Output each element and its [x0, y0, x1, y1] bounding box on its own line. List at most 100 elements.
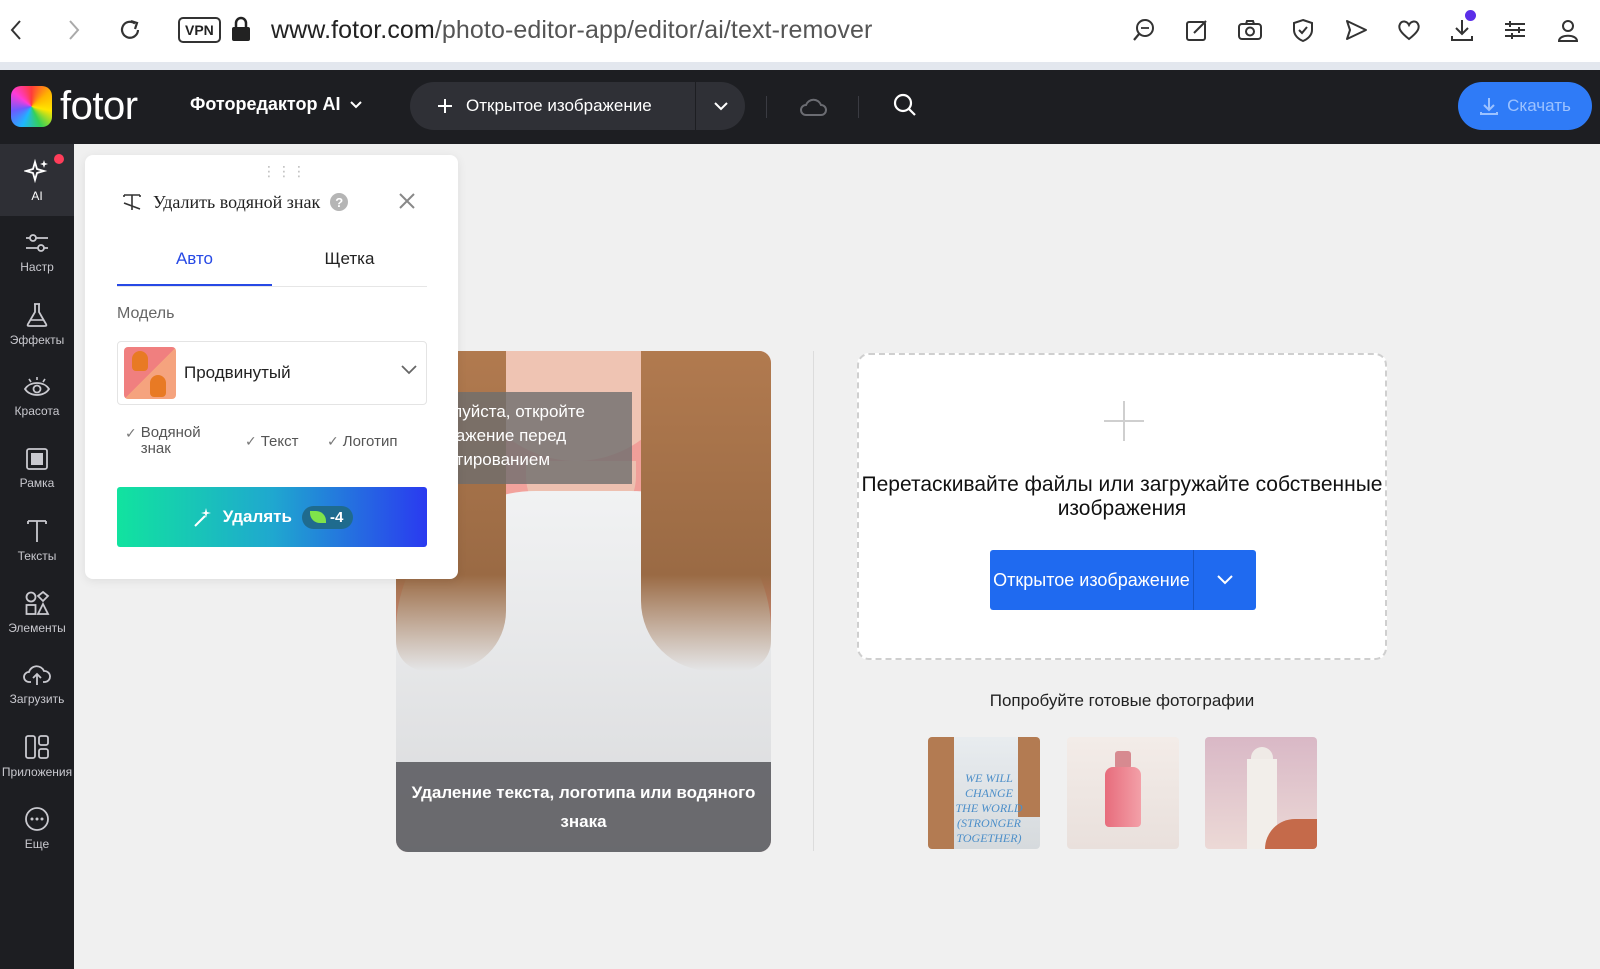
rail-item-apps[interactable]: Приложения	[0, 720, 74, 792]
rail-item-ai[interactable]: AI	[0, 144, 74, 216]
upload-open-label: Открытое изображение	[990, 550, 1194, 610]
plus-icon	[438, 99, 452, 113]
check-logo[interactable]: ✓ Логотип	[327, 433, 397, 450]
upload-open-dropdown[interactable]	[1194, 550, 1256, 610]
url-domain: www.fotor.com	[271, 16, 435, 44]
sample-thumb-tower[interactable]	[1205, 737, 1317, 849]
sample-caption: Удаление текста, логотипа или водяного з…	[396, 762, 771, 852]
plus-icon	[1104, 401, 1144, 446]
download-button[interactable]: Скачать	[1458, 82, 1592, 130]
app-menu-label: Фоторедактор AI	[190, 94, 341, 114]
shield-icon[interactable]	[1287, 14, 1319, 46]
checkmark-icon: ✓	[245, 433, 257, 449]
text-icon	[27, 519, 47, 542]
rail-label: Приложения	[1, 764, 73, 779]
rail-label: Настр	[20, 259, 54, 274]
open-image-dropdown[interactable]	[696, 101, 745, 111]
panel-title-text: Удалить водяной знак	[153, 191, 321, 212]
notification-dot	[54, 154, 64, 164]
header-divider	[766, 96, 767, 118]
reload-icon[interactable]	[114, 14, 146, 46]
settings-sliders-icon[interactable]	[1499, 14, 1531, 46]
check-text[interactable]: ✓ Текст	[245, 433, 299, 450]
rail-item-frame[interactable]: Рамка	[0, 432, 74, 504]
chevron-down-icon	[401, 365, 417, 375]
remove-label: Удалять	[222, 507, 292, 526]
chevron-down-icon	[349, 100, 362, 108]
search-chat-icon[interactable]	[1128, 14, 1160, 46]
upload-dropzone[interactable]: Перетаскивайте файлы или загружайте собс…	[857, 353, 1387, 660]
cloud-icon[interactable]	[798, 96, 828, 123]
send-icon[interactable]	[1340, 14, 1372, 46]
try-samples-label: Попробуйте готовые фотографии	[989, 691, 1255, 710]
app-header: fotor Фоторедактор AI Открытое изображен…	[0, 70, 1600, 144]
canvas-divider	[813, 351, 814, 851]
upload-instructions: Перетаскивайте файлы или загружайте собс…	[861, 473, 1383, 520]
download-icon[interactable]	[1446, 10, 1478, 46]
heart-icon[interactable]	[1393, 14, 1425, 46]
toolbar-divider	[0, 62, 1600, 70]
flask-icon	[26, 302, 48, 327]
rail-label: Тексты	[17, 548, 57, 563]
eye-icon	[23, 376, 51, 396]
vpn-badge[interactable]: VPN	[178, 17, 221, 43]
logo-text: fotor	[60, 84, 138, 128]
model-select[interactable]: Продвинутый	[117, 341, 427, 405]
chevron-down-icon	[713, 102, 728, 111]
camera-icon[interactable]	[1234, 14, 1266, 46]
search-icon[interactable]	[892, 92, 918, 123]
forward-icon[interactable]	[58, 14, 90, 46]
remove-watermark-panel: ⋮⋮⋮ Удалить водяной знак ? Авто Щетка Мо…	[85, 155, 458, 579]
notification-dot	[1465, 10, 1476, 21]
more-icon	[25, 806, 49, 831]
tab-auto[interactable]: Авто	[117, 245, 272, 286]
rail-label: Элементы	[8, 620, 66, 635]
upload-open-button[interactable]: Открытое изображение	[990, 550, 1256, 610]
browser-toolbar: VPN www.fotor.com/photo-editor-app/edito…	[0, 0, 1600, 62]
sample-hair-right	[641, 351, 771, 671]
chevron-down-icon	[1217, 575, 1233, 585]
model-thumbnail	[124, 347, 176, 399]
check-watermark[interactable]: ✓ Водяной знак	[125, 425, 215, 457]
drag-handle-icon[interactable]: ⋮⋮⋮	[262, 163, 307, 180]
checkmark-icon: ✓	[125, 425, 137, 441]
rail-item-beauty[interactable]: Красота	[0, 360, 74, 432]
model-label: Модель	[117, 305, 175, 322]
back-icon[interactable]	[0, 14, 32, 46]
close-icon[interactable]	[397, 191, 417, 216]
apps-icon	[25, 734, 49, 759]
rail-label: Красота	[14, 403, 60, 418]
url-path: /photo-editor-app/editor/ai/text-remover	[434, 16, 873, 44]
magic-wand-icon	[193, 508, 211, 527]
rail-item-more[interactable]: Еще	[0, 792, 74, 864]
lock-icon	[230, 16, 252, 47]
text-remove-icon	[123, 194, 141, 210]
rail-label: Рамка	[19, 475, 55, 490]
remove-button[interactable]: Удалять -4	[117, 487, 427, 547]
help-icon[interactable]: ?	[330, 193, 349, 211]
fotor-logo[interactable]: fotor	[11, 86, 138, 127]
sample-thumb-tshirt[interactable]: WE WILL CHANGE THE WORLD (STRONGER TOGET…	[928, 737, 1040, 849]
download-icon	[1480, 98, 1499, 115]
sliders-icon	[26, 233, 48, 252]
upload-cloud-icon	[23, 664, 51, 685]
profile-icon[interactable]	[1552, 14, 1584, 46]
edit-icon[interactable]	[1181, 14, 1213, 46]
rail-item-adjust[interactable]: Настр	[0, 216, 74, 288]
rail-item-elements[interactable]: Элементы	[0, 576, 74, 648]
address-bar[interactable]: www.fotor.com/photo-editor-app/editor/ai…	[271, 16, 872, 45]
open-image-button[interactable]: Открытое изображение	[410, 82, 745, 130]
rail-item-effects[interactable]: Эффекты	[0, 288, 74, 360]
rail-item-text[interactable]: Тексты	[0, 504, 74, 576]
rail-label: Эффекты	[9, 332, 65, 347]
rail-item-upload[interactable]: Загрузить	[0, 648, 74, 720]
left-toolbar: AI Настр Эффекты Красота Рамка Тексты Эл…	[0, 144, 74, 969]
tab-brush[interactable]: Щетка	[272, 245, 427, 286]
panel-title: Удалить водяной знак ?	[121, 191, 349, 213]
frame-icon	[26, 447, 48, 470]
rail-label: AI	[31, 188, 43, 203]
sample-thumb-bottle[interactable]	[1067, 737, 1179, 849]
app-menu[interactable]: Фоторедактор AI	[190, 94, 363, 115]
ai-sparkle-icon	[24, 158, 48, 183]
rail-label: Загрузить	[9, 691, 65, 706]
